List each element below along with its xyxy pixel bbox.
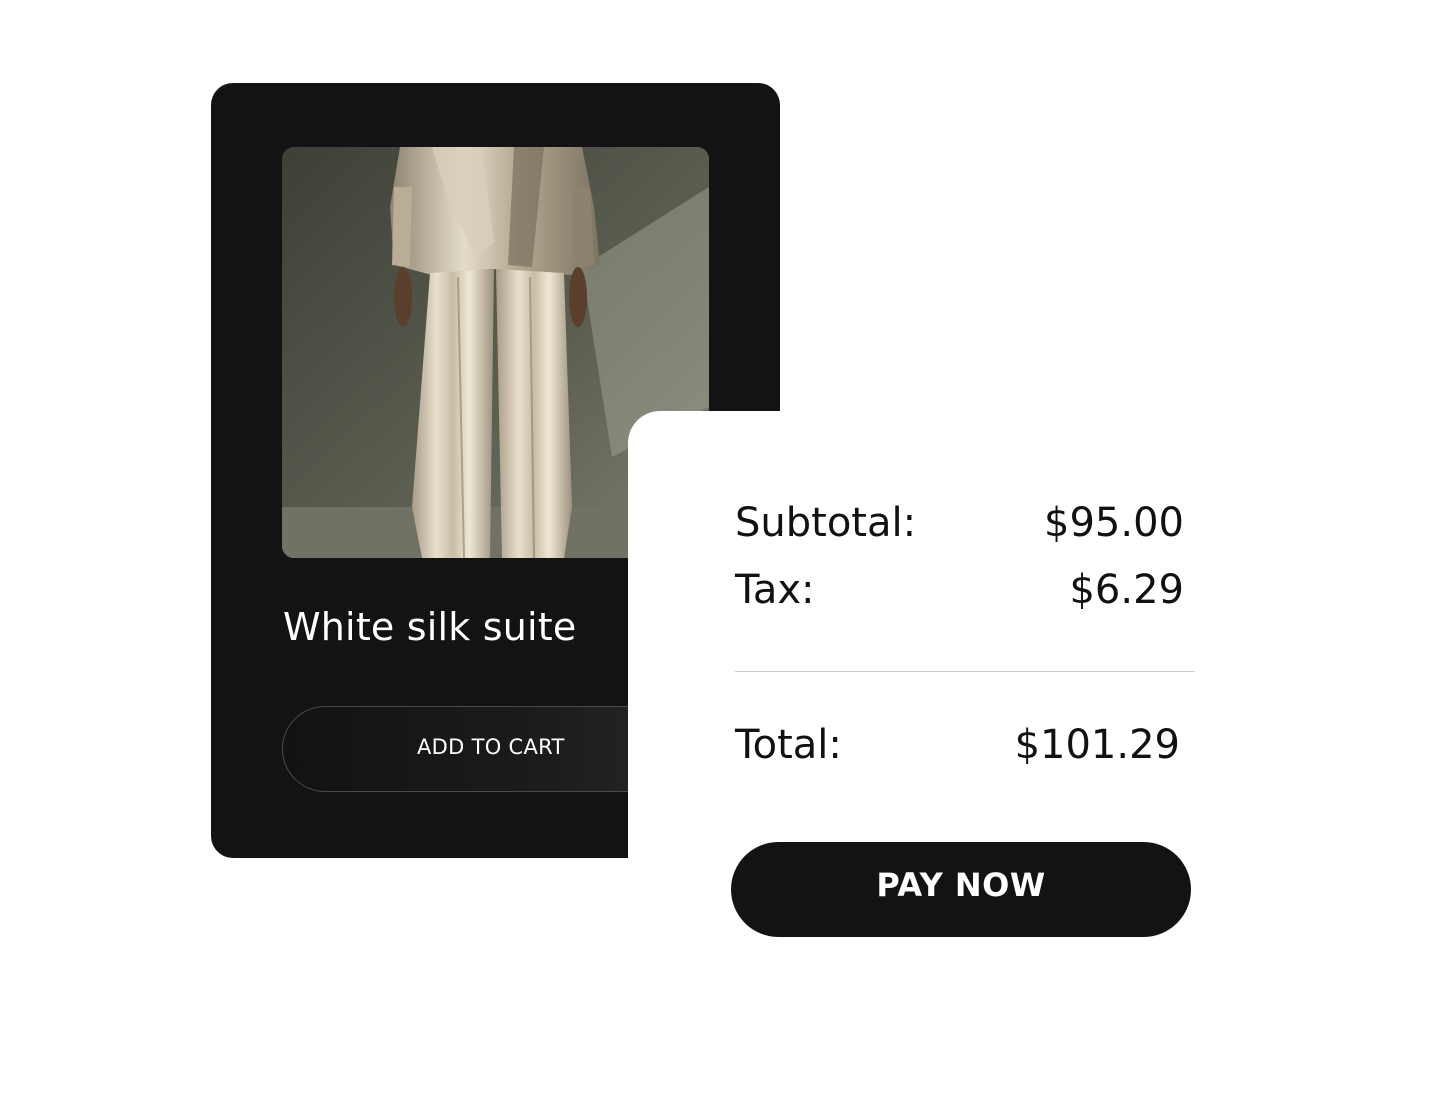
total-label: Total: <box>735 722 842 768</box>
add-to-cart-label: ADD TO CART <box>417 735 565 759</box>
pay-now-button[interactable]: PAY NOW <box>731 842 1191 937</box>
tax-label: Tax: <box>735 567 815 613</box>
subtotal-value: $95.00 <box>1044 500 1184 546</box>
subtotal-label: Subtotal: <box>735 500 917 546</box>
total-value: $101.29 <box>1014 722 1180 768</box>
product-title: White silk suite <box>283 605 577 649</box>
order-summary-panel: Subtotal: $95.00 Tax: $6.29 Total: $101.… <box>628 411 1268 1051</box>
pay-now-label: PAY NOW <box>876 866 1046 904</box>
summary-divider <box>735 671 1195 672</box>
tax-value: $6.29 <box>1069 567 1184 613</box>
